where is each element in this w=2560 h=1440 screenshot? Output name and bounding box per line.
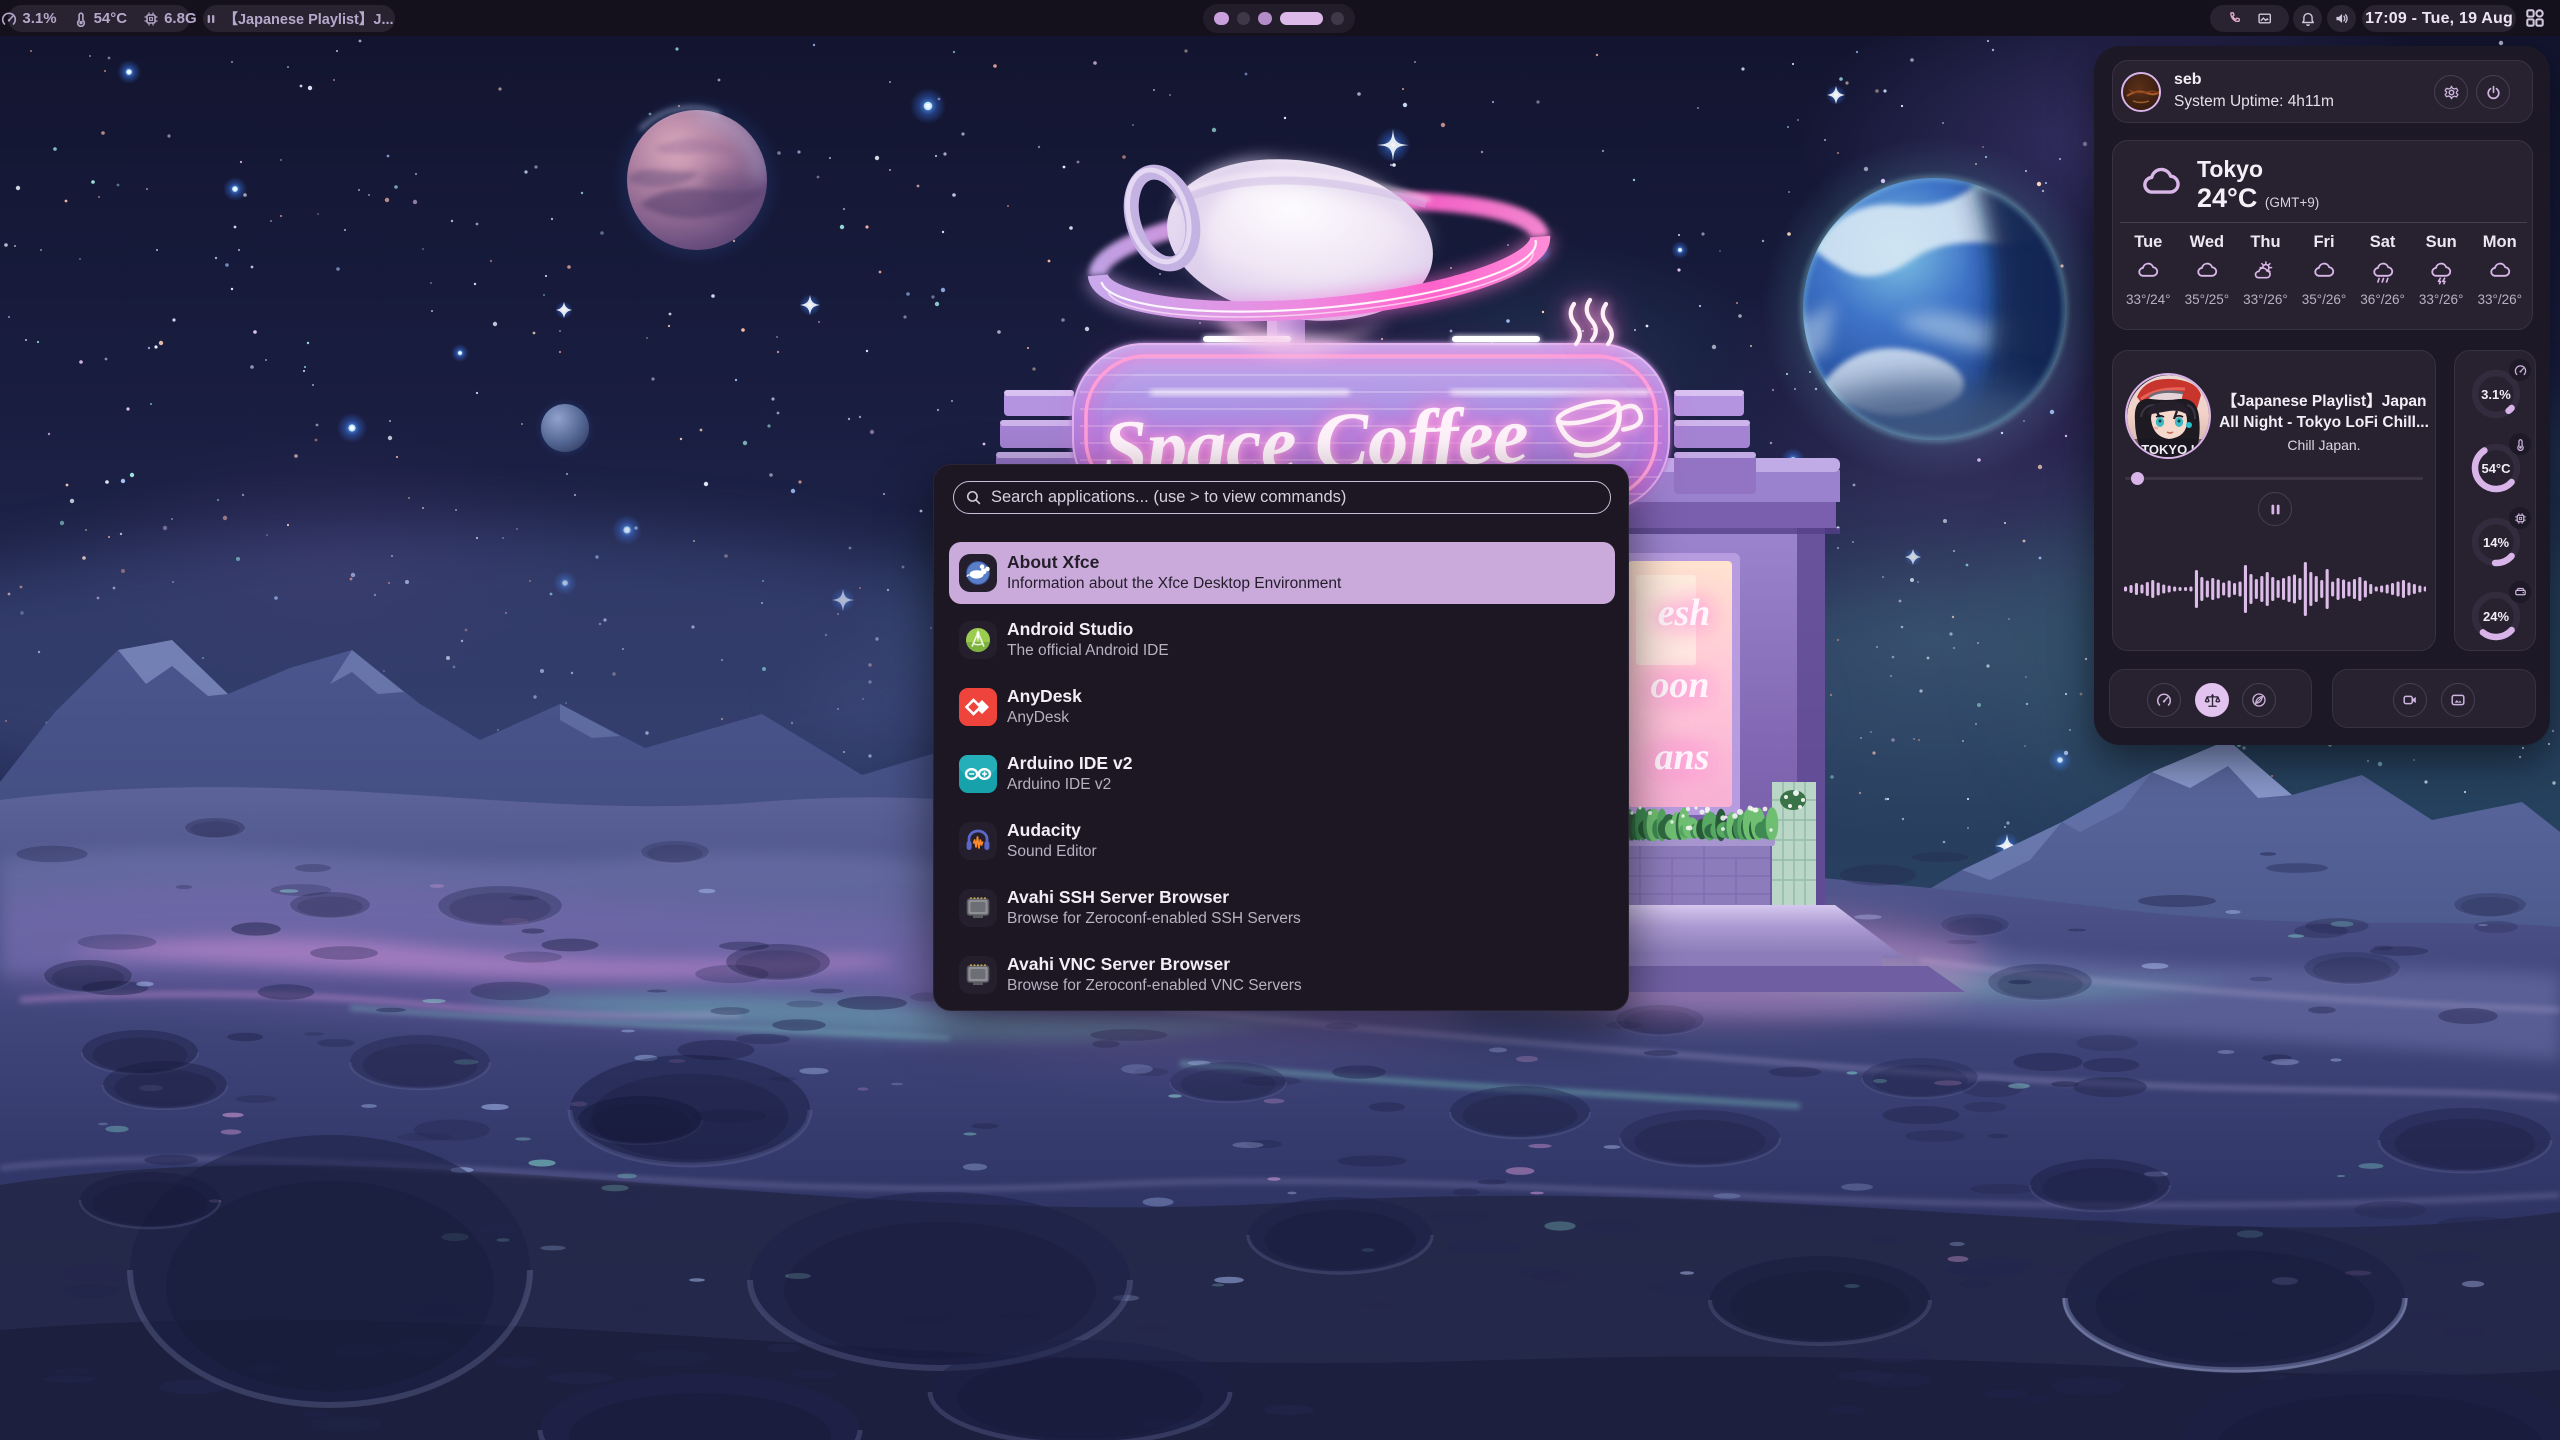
- svg-text:esh: esh: [1658, 592, 1711, 634]
- svg-text:TOKYO L: TOKYO L: [2141, 442, 2199, 457]
- svg-text:oon: oon: [1650, 664, 1709, 706]
- svg-text:ans: ans: [1655, 736, 1710, 778]
